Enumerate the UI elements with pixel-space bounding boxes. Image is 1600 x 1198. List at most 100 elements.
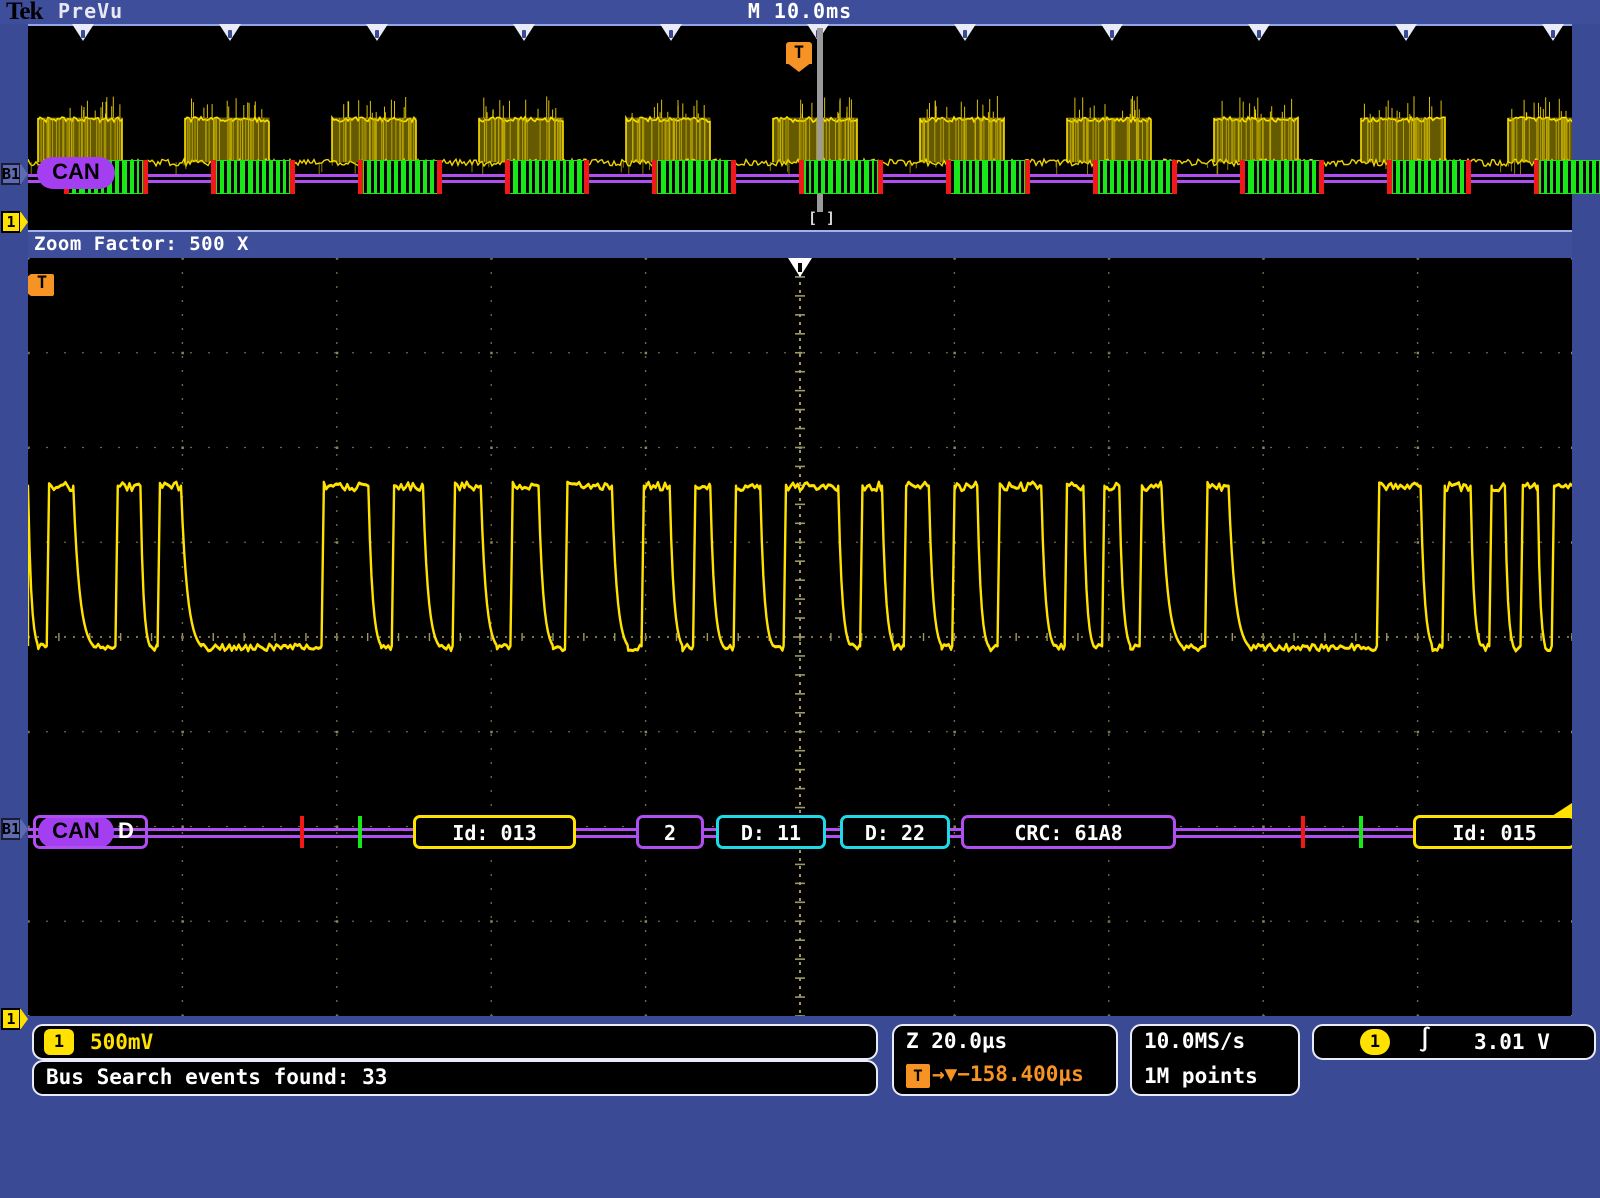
overview-bus-bit — [266, 161, 270, 193]
overview-bus-bit — [574, 161, 578, 193]
overview-frame-end — [584, 160, 589, 194]
search-mark[interactable] — [1248, 24, 1270, 46]
overview-bus-bit — [1099, 161, 1103, 193]
overview-bus-bit — [714, 161, 718, 193]
bus-search-readout[interactable]: Bus Search events found: 33 — [32, 1060, 878, 1096]
overview-bus-bit — [1449, 161, 1452, 193]
overview-bus-bit — [959, 161, 963, 193]
search-mark-notch — [375, 30, 379, 38]
overview-bus-bit — [525, 161, 529, 193]
overview-bus-bit — [972, 161, 976, 193]
overview-bus-bit — [1582, 161, 1586, 193]
decode-packet[interactable]: Id: 015 — [1413, 815, 1572, 849]
search-mark[interactable] — [72, 24, 94, 46]
overview-bus-bit — [377, 161, 381, 193]
zoom-timebase-readout[interactable]: Z 20.0µs T →▼−158.400µs — [892, 1024, 1118, 1096]
overview-bus-bit — [1274, 161, 1278, 193]
zoom-bus-badge[interactable]: B1 — [1, 818, 28, 840]
overview-bus-bit — [405, 161, 409, 193]
trigger-readout[interactable]: 1 ∫ 3.01 V — [1312, 1024, 1596, 1060]
bus-badge-label: B1 — [1, 165, 21, 183]
channel1-readout[interactable]: 1 500mV — [32, 1024, 878, 1060]
search-mark[interactable] — [660, 24, 682, 46]
overview-bus-bit — [1547, 161, 1551, 193]
main-timebase-label: M 10.0ms — [747, 0, 853, 23]
overview-bus-bit — [1406, 161, 1410, 193]
acquisition-readout[interactable]: 10.0MS/s 1M points — [1130, 1024, 1300, 1096]
search-mark[interactable] — [366, 24, 388, 46]
overview-bus-bit — [1140, 161, 1144, 193]
search-mark[interactable] — [219, 24, 241, 46]
zoom-bus-decode-lane: CAN D Id: 013 2 D: 11 D: 22 CRC: 61A8 Id: 015 — [28, 812, 1572, 862]
trigger-delay-text: →▼−158.400µs — [932, 1062, 1084, 1086]
overview-bus-bit — [951, 161, 955, 193]
trigger-slope-icon: ∫ — [1418, 1027, 1432, 1053]
overview-bus-bit — [545, 161, 549, 193]
search-mark-notch — [1257, 30, 1261, 38]
trigger-source-chip: 1 — [1360, 1029, 1390, 1055]
overview-bus-bit — [532, 161, 535, 193]
trigger-level-text: 3.01 V — [1474, 1030, 1550, 1054]
search-mark-notch — [669, 30, 673, 38]
overview-bus-bit — [280, 161, 284, 193]
overview-bus-bit — [658, 161, 662, 193]
overview-bus-bit — [371, 161, 375, 193]
overview-frame-end — [878, 160, 883, 194]
overview-channel-badge[interactable]: 1 — [1, 211, 28, 233]
search-mark[interactable] — [954, 24, 976, 46]
zoom-trigger-marker[interactable]: T — [28, 272, 56, 302]
overview-bus-bit — [559, 161, 563, 193]
zoom-graticule[interactable]: T CAN D Id: 013 2 D: 11 D: 22 CRC: 61A8 Id: 0… — [28, 258, 1572, 1016]
overview-bus-bit — [1155, 161, 1159, 193]
overview-bus-bit — [854, 161, 858, 193]
overview-bus-bit — [1021, 161, 1025, 193]
zoom-factor-label: Zoom Factor: 500 X — [34, 233, 249, 255]
zoom-position-indicator[interactable] — [788, 258, 812, 278]
search-mark[interactable] — [513, 24, 535, 46]
overview-bus-bit — [993, 161, 997, 193]
decode-packet[interactable]: Id: 013 — [413, 815, 576, 849]
overview-bus-bit — [1596, 161, 1600, 193]
decode-packet[interactable]: D: 11 — [716, 815, 826, 849]
overview-bus-bit — [1245, 161, 1249, 193]
overview-bus-bit — [818, 161, 822, 193]
zoom-factor-bar[interactable]: Zoom Factor: 500 X — [28, 230, 1572, 260]
zoom-channel-badge[interactable]: 1 — [1, 1008, 28, 1030]
overview-bus-bit — [825, 161, 829, 193]
overview-bus-bit — [1568, 161, 1571, 193]
zoom-channel-badge-label: 1 — [6, 1010, 16, 1028]
overview-bus-bit — [840, 161, 844, 193]
overview-bus-badge[interactable]: B1 — [1, 163, 28, 185]
search-mark-notch — [1110, 30, 1114, 38]
overview-bus-bit — [566, 161, 569, 193]
decode-packet[interactable]: 2 — [636, 815, 704, 849]
overview-bus-bit — [426, 161, 430, 193]
decode-packet[interactable]: CRC: 61A8 — [961, 815, 1176, 849]
overview-frame-start — [211, 160, 216, 194]
overview-bus-bit — [1414, 161, 1418, 193]
overview-bus-bit — [721, 161, 725, 193]
overview-bus-bit — [1589, 161, 1592, 193]
overview-bus-bit — [1560, 161, 1564, 193]
frame-start-marker-1 — [358, 816, 362, 848]
overview-bus-bit — [874, 161, 877, 193]
overview-frame-end — [143, 160, 148, 194]
overview-trigger-marker[interactable]: T — [786, 42, 812, 72]
overview-bus-bit — [1443, 161, 1446, 193]
record-length-text: 1M points — [1144, 1064, 1258, 1088]
decode-packet[interactable]: D: 22 — [840, 815, 950, 849]
zoom-trigger-glyph: T — [36, 273, 48, 293]
overview-bus-bit — [846, 161, 850, 193]
search-mark[interactable] — [1101, 24, 1123, 46]
overview-bus-bit — [868, 161, 872, 193]
channel-badge-arrow — [20, 211, 28, 233]
overview-frame-end — [731, 160, 736, 194]
overview-bus-bit — [1435, 161, 1439, 193]
overview-bus-bit — [1294, 161, 1297, 193]
overview-bus-bit — [391, 161, 394, 193]
trigger-marker-point — [786, 62, 812, 72]
search-mark-notch — [522, 30, 526, 38]
search-mark[interactable] — [1542, 24, 1564, 46]
search-mark[interactable] — [1395, 24, 1417, 46]
overview-frame-start — [1387, 160, 1392, 194]
